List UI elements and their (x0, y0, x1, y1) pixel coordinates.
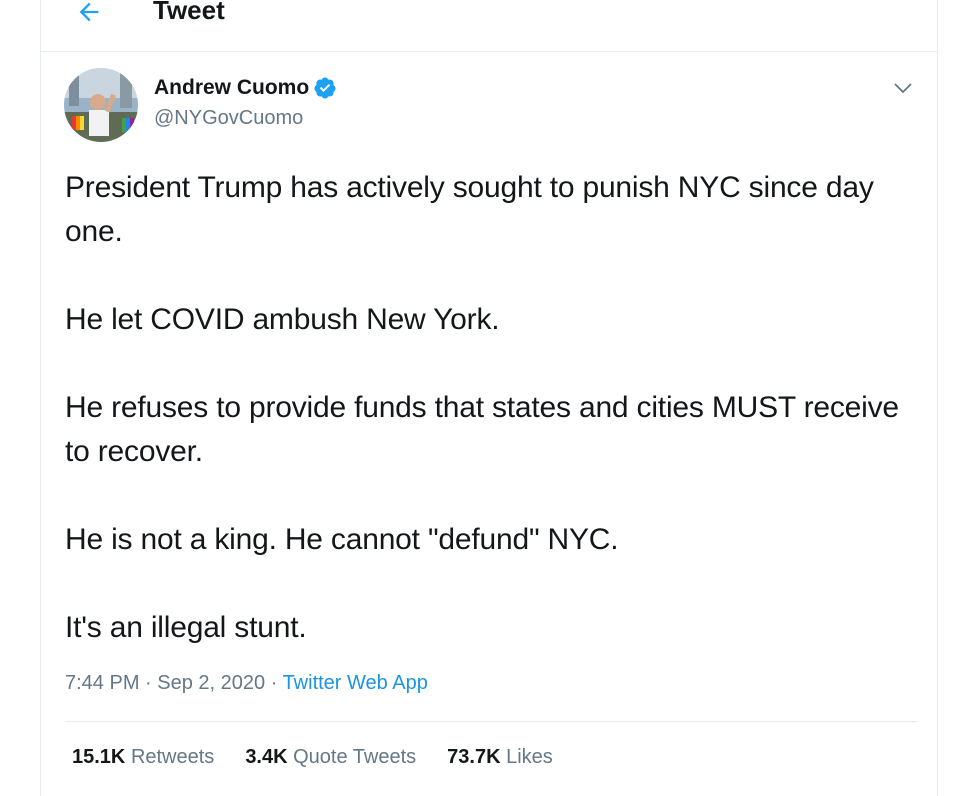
author-name-text: Andrew Cuomo (154, 76, 310, 99)
chevron-down-icon (894, 83, 912, 94)
avatar[interactable] (64, 68, 138, 142)
tweet-column: Tweet Andrew Cuomo @NYGovCuomo President… (40, 0, 938, 796)
tweet-paragraph: President Trump has actively sought to p… (65, 171, 874, 248)
tweet-text: President Trump has actively sought to p… (65, 166, 905, 650)
tweet-paragraph: It's an illegal stunt. (65, 611, 307, 644)
likes-count: 73.7K (447, 746, 501, 768)
meta-separator: · (265, 672, 283, 694)
likes-label: Likes (506, 746, 553, 768)
tweet-paragraph: He is not a king. He cannot "defund" NYC… (65, 523, 619, 556)
verified-badge-icon (314, 77, 336, 99)
likes-stat[interactable]: 73.7K Likes (447, 746, 553, 769)
more-options-button[interactable] (891, 76, 915, 100)
tweet-metadata: 7:44 PM · Sep 2, 2020 · Twitter Web App (65, 672, 428, 695)
author-name[interactable]: Andrew Cuomo (154, 76, 337, 100)
quote-tweets-stat[interactable]: 3.4K Quote Tweets (245, 746, 416, 769)
divider (65, 721, 917, 722)
author-handle[interactable]: @NYGovCuomo (154, 107, 303, 130)
retweets-stat[interactable]: 15.1K Retweets (72, 746, 214, 769)
avatar-photo (64, 68, 138, 142)
tweet-time[interactable]: 7:44 PM (65, 672, 139, 694)
page-title: Tweet (153, 0, 225, 25)
meta-separator: · (139, 672, 158, 694)
engagement-stats: 15.1K Retweets 3.4K Quote Tweets 73.7K L… (72, 746, 584, 769)
quote-tweets-count: 3.4K (245, 746, 288, 768)
back-arrow-icon (79, 2, 99, 22)
tweet-source-link[interactable]: Twitter Web App (283, 672, 428, 694)
back-button[interactable] (71, 0, 107, 30)
tweet-paragraph: He refuses to provide funds that states … (65, 391, 899, 468)
tweet-date[interactable]: Sep 2, 2020 (157, 672, 265, 694)
page-header: Tweet (41, 0, 937, 52)
retweets-label: Retweets (130, 746, 215, 768)
retweets-count: 15.1K (72, 746, 126, 768)
tweet-paragraph: He let COVID ambush New York. (65, 303, 500, 336)
quote-tweets-label: Quote Tweets (293, 746, 417, 768)
